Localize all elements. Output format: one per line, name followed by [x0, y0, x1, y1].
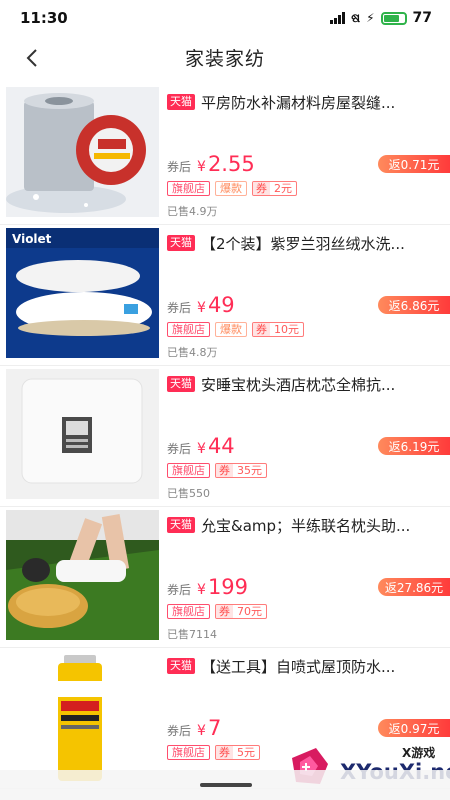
- product-title: 【2个装】紫罗兰羽丝绒水洗...: [201, 234, 405, 253]
- system-nav-bar: [0, 770, 450, 800]
- coupon-tag: 券 35元: [215, 463, 267, 478]
- price-row: 券后 ¥ 7: [167, 716, 221, 740]
- store-tag: 旗舰店: [167, 745, 210, 760]
- title-row: 天猫 【送工具】自喷式屋顶防水...: [167, 655, 436, 677]
- price-currency: ¥: [197, 723, 206, 739]
- coupon-value: 5元: [237, 746, 255, 759]
- price-row: 券后 ¥ 44: [167, 434, 235, 458]
- coupon-label: 券: [253, 323, 270, 336]
- after-coupon-label: 券后: [167, 583, 192, 597]
- rebate-badge: 返27.86元: [378, 578, 450, 596]
- after-coupon-label: 券后: [167, 301, 192, 315]
- coupon-label: 券: [216, 746, 233, 759]
- tags-row: 旗舰店 券 35元: [167, 463, 267, 478]
- sold-count: 已售550: [167, 487, 210, 500]
- battery-level: 77: [412, 10, 432, 26]
- coupon-value: 70元: [237, 605, 262, 618]
- status-bar: 11:30 ଷ ⚡ 77: [0, 0, 450, 36]
- product-image[interactable]: [6, 87, 159, 217]
- tmall-badge: 天猫: [167, 235, 195, 251]
- after-coupon-label: 券后: [167, 724, 192, 738]
- tags-row: 旗舰店 爆款 券 2元: [167, 181, 297, 196]
- price-currency: ¥: [197, 159, 206, 175]
- product-item[interactable]: 天猫 允宝&amp；半练联名枕头助... 券后 ¥ 199 返27.86元 旗舰…: [0, 507, 450, 648]
- header: 家装家纺: [0, 36, 450, 80]
- rebate-badge: 返0.97元: [378, 719, 450, 737]
- tmall-badge: 天猫: [167, 517, 195, 533]
- price-row: 券后 ¥ 199: [167, 575, 248, 599]
- price-currency: ¥: [197, 441, 206, 457]
- product-title: 安睡宝枕头酒店枕芯全棉抗...: [201, 375, 396, 394]
- title-row: 天猫 平房防水补漏材料房屋裂缝...: [167, 91, 436, 113]
- store-tag: 旗舰店: [167, 181, 210, 196]
- coupon-value: 35元: [237, 464, 262, 477]
- wifi-icon: ଷ: [351, 10, 361, 25]
- product-image[interactable]: [6, 369, 159, 499]
- sold-count: 已售4.8万: [167, 346, 218, 359]
- rebate-badge: 返6.86元: [378, 296, 450, 314]
- product-title: 【送工具】自喷式屋顶防水...: [201, 657, 396, 676]
- title-row: 天猫 允宝&amp；半练联名枕头助...: [167, 514, 436, 536]
- price-value: 44: [207, 434, 235, 458]
- sold-count: 已售4.9万: [167, 205, 218, 218]
- coupon-tag: 券 2元: [252, 181, 297, 196]
- tags-row: 旗舰店 券 70元: [167, 604, 267, 619]
- coupon-value: 2元: [274, 182, 292, 195]
- tags-row: 旗舰店 券 5元: [167, 745, 260, 760]
- hot-tag: 爆款: [215, 181, 247, 196]
- hot-tag: 爆款: [215, 322, 247, 337]
- rebate-badge: 返0.71元: [378, 155, 450, 173]
- store-tag: 旗舰店: [167, 463, 210, 478]
- store-tag: 旗舰店: [167, 604, 210, 619]
- title-row: 天猫 【2个装】紫罗兰羽丝绒水洗...: [167, 232, 436, 254]
- price-value: 49: [207, 293, 235, 317]
- coupon-label: 券: [253, 182, 270, 195]
- price-currency: ¥: [197, 300, 206, 316]
- page-title: 家装家纺: [184, 48, 265, 70]
- product-list: 天猫 平房防水补漏材料房屋裂缝... 券后 ¥ 2.55 返0.71元 旗舰店 …: [0, 84, 450, 789]
- product-image[interactable]: Violet: [6, 228, 159, 358]
- tags-row: 旗舰店 爆款 券 10元: [167, 322, 304, 337]
- coupon-tag: 券 10元: [252, 322, 304, 337]
- product-image[interactable]: [6, 651, 159, 781]
- coupon-tag: 券 70元: [215, 604, 267, 619]
- product-item[interactable]: 天猫 安睡宝枕头酒店枕芯全棉抗... 券后 ¥ 44 返6.19元 旗舰店 券 …: [0, 366, 450, 507]
- product-title: 平房防水补漏材料房屋裂缝...: [201, 93, 396, 112]
- price-value: 2.55: [207, 152, 255, 176]
- coupon-label: 券: [216, 464, 233, 477]
- after-coupon-label: 券后: [167, 160, 192, 174]
- product-item[interactable]: Violet 天猫 【2个装】紫罗兰羽丝绒水洗... 券后 ¥ 49 返6.86…: [0, 225, 450, 366]
- signal-icon: [330, 12, 346, 24]
- coupon-tag: 券 5元: [215, 745, 260, 760]
- tmall-badge: 天猫: [167, 658, 195, 674]
- after-coupon-label: 券后: [167, 442, 192, 456]
- tmall-badge: 天猫: [167, 376, 195, 392]
- home-indicator[interactable]: [200, 783, 252, 787]
- product-image[interactable]: [6, 510, 159, 640]
- title-row: 天猫 安睡宝枕头酒店枕芯全棉抗...: [167, 373, 436, 395]
- price-value: 7: [207, 716, 222, 740]
- price-value: 199: [207, 575, 249, 599]
- store-tag: 旗舰店: [167, 322, 210, 337]
- sold-count: 已售7114: [167, 628, 217, 641]
- coupon-value: 10元: [274, 323, 299, 336]
- brand-text: Violet: [12, 232, 52, 246]
- battery-icon: [380, 11, 407, 25]
- status-icons: ଷ ⚡ 77: [330, 10, 432, 26]
- price-row: 券后 ¥ 49: [167, 293, 235, 317]
- watermark-top-text: X游戏: [402, 746, 436, 760]
- product-item[interactable]: 天猫 平房防水补漏材料房屋裂缝... 券后 ¥ 2.55 返0.71元 旗舰店 …: [0, 84, 450, 225]
- price-currency: ¥: [197, 582, 206, 598]
- product-title: 允宝&amp；半练联名枕头助...: [201, 516, 411, 535]
- status-time: 11:30: [20, 9, 68, 27]
- rebate-badge: 返6.19元: [378, 437, 450, 455]
- tmall-badge: 天猫: [167, 94, 195, 110]
- coupon-label: 券: [216, 605, 233, 618]
- battery-fill: [383, 14, 399, 22]
- charging-icon: ⚡: [366, 11, 375, 25]
- price-row: 券后 ¥ 2.55: [167, 152, 255, 176]
